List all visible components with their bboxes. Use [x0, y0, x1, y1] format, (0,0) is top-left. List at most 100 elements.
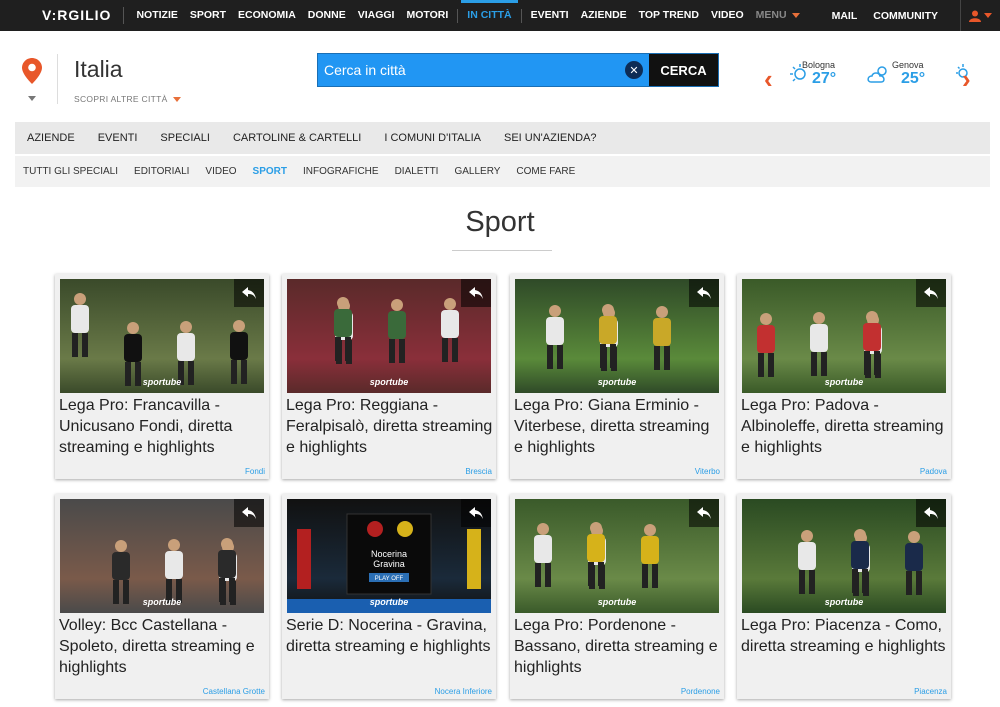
top-nav-motori[interactable]: MOTORI — [400, 0, 454, 31]
community-link[interactable]: COMMUNITY — [865, 10, 946, 22]
location-pin-icon[interactable] — [22, 58, 42, 84]
section-nav-aziende[interactable]: AZIENDE — [27, 132, 75, 144]
section-nav-speciali[interactable]: SPECIALI — [160, 132, 210, 144]
search-button[interactable]: CERCA — [649, 54, 718, 86]
sub-nav-come-fare[interactable]: COME FARE — [516, 166, 575, 177]
top-nav-economia[interactable]: ECONOMIA — [232, 0, 302, 31]
card-thumbnail[interactable]: sportube — [60, 279, 264, 393]
page-title: Sport — [465, 206, 535, 238]
clear-search-icon[interactable]: ✕ — [625, 61, 643, 79]
card-location[interactable]: Nocera Inferiore — [435, 687, 492, 696]
sportube-logo: sportube — [142, 597, 182, 607]
top-nav-sport[interactable]: SPORT — [184, 0, 232, 31]
card-title[interactable]: Volley: Bcc Castellana - Spoleto, dirett… — [59, 615, 267, 678]
top-nav-donne[interactable]: DONNE — [302, 0, 352, 31]
top-bar: V:RGILIO NOTIZIE SPORT ECONOMIA DONNE VI… — [0, 0, 1000, 31]
card-location[interactable]: Piacenza — [914, 687, 947, 696]
share-button[interactable] — [916, 279, 946, 307]
card-location[interactable]: Padova — [920, 467, 947, 476]
article-card[interactable]: sportube Lega Pro: Reggiana - Feralpisalò… — [282, 274, 496, 479]
card-location[interactable]: Castellana Grotte — [203, 687, 265, 696]
share-button[interactable] — [234, 279, 264, 307]
sub-nav-sport[interactable]: SPORT — [253, 166, 287, 177]
article-card[interactable]: sportube Lega Pro: Pordenone - Bassano, d… — [510, 494, 724, 699]
virgilio-logo[interactable]: V:RGILIO — [0, 7, 125, 24]
top-nav-top-trend[interactable]: TOP TREND — [633, 0, 705, 31]
card-title[interactable]: Lega Pro: Giana Erminio - Viterbese, dir… — [514, 395, 722, 458]
weather-prev-button[interactable]: ‹ — [764, 64, 773, 95]
card-title[interactable]: Lega Pro: Pordenone - Bassano, diretta s… — [514, 615, 722, 678]
article-card[interactable]: sportube Lega Pro: Padova - Albinoleffe, … — [737, 274, 951, 479]
top-nav-aziende[interactable]: AZIENDE — [575, 0, 633, 31]
sun-cloud-icon — [790, 64, 806, 82]
section-nav-azienda[interactable]: SEI UN'AZIENDA? — [504, 132, 597, 144]
card-thumbnail[interactable]: sportube — [515, 279, 719, 393]
card-thumbnail[interactable]: sportube — [742, 499, 946, 613]
nav-divider — [457, 8, 459, 23]
user-icon — [969, 10, 981, 22]
section-nav-eventi[interactable]: EVENTI — [98, 132, 138, 144]
card-thumbnail[interactable]: sportube — [515, 499, 719, 613]
share-button[interactable] — [689, 279, 719, 307]
other-cities-link[interactable]: SCOPRI ALTRE CITTÀ — [74, 94, 181, 104]
share-button[interactable] — [234, 499, 264, 527]
sportube-logo: sportube — [597, 377, 637, 387]
weather-item-genova[interactable]: Genova 25° — [866, 60, 925, 88]
share-button[interactable] — [461, 279, 491, 307]
card-location[interactable]: Brescia — [465, 467, 492, 476]
user-menu-button[interactable] — [960, 0, 1000, 31]
card-title[interactable]: Serie D: Nocerina - Gravina, diretta str… — [286, 615, 494, 657]
sportube-logo: sportube — [824, 377, 864, 387]
other-cities-label: SCOPRI ALTRE CITTÀ — [74, 94, 168, 104]
city-search: ✕ CERCA — [317, 53, 719, 87]
card-thumbnail[interactable]: sportube — [287, 279, 491, 393]
search-input[interactable] — [318, 54, 625, 86]
sportube-logo: sportube — [142, 377, 182, 387]
top-right-links: MAIL COMMUNITY — [824, 0, 1000, 31]
card-title[interactable]: Lega Pro: Reggiana - Feralpisalò, dirett… — [286, 395, 494, 458]
sub-nav-dialetti[interactable]: DIALETTI — [395, 166, 439, 177]
top-nav-video[interactable]: VIDEO — [705, 0, 750, 31]
article-card[interactable]: Nocerina Gravina PLAY OFF sportube Serie D: … — [282, 494, 496, 699]
card-location[interactable]: Viterbo — [695, 467, 720, 476]
section-nav-cartoline[interactable]: CARTOLINE & CARTELLI — [233, 132, 361, 144]
card-title[interactable]: Lega Pro: Francavilla - Unicusano Fondi,… — [59, 395, 267, 458]
top-nav-viaggi[interactable]: VIAGGI — [352, 0, 401, 31]
article-card[interactable]: sportube Lega Pro: Francavilla - Unicusan… — [55, 274, 269, 479]
top-nav-notizie[interactable]: NOTIZIE — [130, 0, 183, 31]
card-thumbnail[interactable]: Nocerina Gravina PLAY OFF sportube — [287, 499, 491, 613]
share-button[interactable] — [461, 499, 491, 527]
share-button[interactable] — [689, 499, 719, 527]
current-city: Italia — [74, 56, 123, 82]
top-nav-eventi[interactable]: EVENTI — [525, 0, 575, 31]
sub-nav-video[interactable]: VIDEO — [205, 166, 236, 177]
card-location[interactable]: Fondi — [245, 467, 265, 476]
share-button[interactable] — [916, 499, 946, 527]
card-title[interactable]: Lega Pro: Padova - Albinoleffe, diretta … — [741, 395, 949, 458]
article-card[interactable]: sportube Volley: Bcc Castellana - Spoleto… — [55, 494, 269, 699]
chevron-down-icon[interactable] — [28, 96, 36, 101]
sub-nav-gallery[interactable]: GALLERY — [454, 166, 500, 177]
sub-nav-infografiche[interactable]: INFOGRAFICHE — [303, 166, 379, 177]
sportube-logo: sportube — [369, 597, 409, 607]
card-thumbnail[interactable]: sportube — [742, 279, 946, 393]
chevron-down-icon — [172, 97, 181, 103]
share-icon — [469, 287, 483, 299]
sub-nav-tutti[interactable]: TUTTI GLI SPECIALI — [23, 166, 118, 177]
weather-item-bologna[interactable]: Bologna 27° — [790, 60, 836, 88]
svg-text:PLAY OFF: PLAY OFF — [375, 576, 404, 582]
article-card[interactable]: sportube Lega Pro: Giana Erminio - Viterb… — [510, 274, 724, 479]
card-location[interactable]: Pordenone — [681, 687, 720, 696]
share-icon — [242, 287, 256, 299]
section-nav-comuni[interactable]: I COMUNI D'ITALIA — [384, 132, 481, 144]
sub-nav-editoriali[interactable]: EDITORIALI — [134, 166, 189, 177]
top-nav-in-citta[interactable]: IN CITTÀ — [461, 0, 518, 31]
mail-link[interactable]: MAIL — [824, 10, 866, 22]
share-icon — [242, 507, 256, 519]
card-thumbnail[interactable]: sportube — [60, 499, 264, 613]
weather-next-button[interactable]: › — [962, 64, 971, 95]
menu-button[interactable]: MENU — [750, 0, 806, 31]
weather-city: Genova — [892, 60, 924, 70]
card-title[interactable]: Lega Pro: Piacenza - Como, diretta strea… — [741, 615, 949, 657]
article-card[interactable]: sportube Lega Pro: Piacenza - Como, diret… — [737, 494, 951, 699]
